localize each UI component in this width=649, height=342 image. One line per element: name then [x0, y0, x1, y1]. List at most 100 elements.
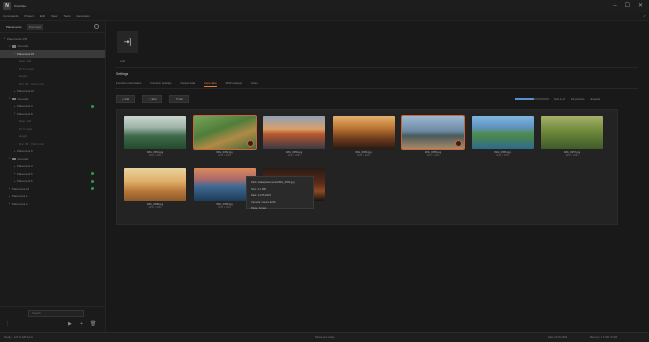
- tree-item-label: Placement 2: [12, 201, 28, 206]
- image-dimensions: 4032 × 3024: [426, 154, 440, 157]
- tree-item[interactable]: ▸ Placement 15: [0, 50, 105, 58]
- zoom-slider[interactable]: [515, 98, 549, 100]
- sidebar-search-input[interactable]: Search: [28, 310, 84, 317]
- maximize-icon[interactable]: ☐: [625, 2, 630, 10]
- menu-tools[interactable]: Tools: [63, 14, 70, 18]
- image-card[interactable]: IMG_0356.jpg 4032 × 3024: [471, 116, 534, 158]
- image-dimensions: 4032 × 3024: [496, 154, 509, 157]
- add-image-button[interactable]: + Add: [116, 95, 136, 103]
- tree-meta-line: Date: 120: [0, 58, 105, 66]
- image-dimensions: 4032 × 3024: [148, 154, 162, 157]
- tree-item[interactable]: ▾ Grounds: [0, 155, 105, 163]
- image-dimensions: 4032 × 3024: [148, 206, 162, 209]
- zoom-fill: [515, 98, 534, 100]
- tab-placements[interactable]: Placements: [4, 24, 24, 30]
- tree-item[interactable]: ▾ Grounds: [0, 95, 105, 103]
- menu-edit[interactable]: Edit: [40, 14, 45, 18]
- tree-item-label: Height: [19, 134, 28, 139]
- tab-overview[interactable]: Overview: [26, 23, 44, 30]
- tree-item[interactable]: ▸ Placement 10: [0, 185, 105, 193]
- image-dimensions: 4032 × 3024: [357, 154, 370, 157]
- image-dimensions: 4032 × 3024: [565, 154, 579, 157]
- tree-item[interactable]: ▸ Placement 2: [0, 200, 105, 208]
- add-icon[interactable]: +: [80, 321, 83, 327]
- image-thumbnail[interactable]: [192, 115, 257, 150]
- gear-icon[interactable]: [94, 24, 99, 29]
- tree-item[interactable]: ▸ Placement 6: [0, 178, 105, 186]
- close-icon[interactable]: ✕: [638, 2, 643, 10]
- tree-item-label: Placement 16: [17, 89, 35, 94]
- delete-image-button[interactable]: ✕ Del: [169, 95, 189, 103]
- image-card[interactable]: IMG_0358.jpg 4032 × 3024: [124, 168, 186, 210]
- tree-item-label: Placement 8: [17, 111, 33, 116]
- trash-icon[interactable]: 🗑: [90, 321, 96, 327]
- tree-item[interactable]: ▸ Placement 9: [0, 148, 105, 156]
- menu-project[interactable]: Project: [24, 14, 33, 18]
- tree-item[interactable]: ▸ Placement 5: [0, 170, 105, 178]
- tree-item-label: Placement 6: [17, 179, 33, 184]
- tree-item[interactable]: ▾ Placements 178: [0, 35, 105, 43]
- tree-item-label: Placement 5: [17, 171, 33, 176]
- image-thumbnail[interactable]: [471, 116, 534, 149]
- tree-item-label: Grounds: [17, 156, 29, 161]
- tab-settings[interactable]: MAP settings: [226, 81, 242, 87]
- tree-meta-line: Height: [0, 73, 105, 81]
- tab-settings[interactable]: Output data: [181, 81, 196, 87]
- selected-badge-icon[interactable]: [246, 140, 254, 147]
- plugin-add-button[interactable]: ⇥]: [117, 31, 138, 53]
- image-toolbar: + Add ⬚ Edit ✕ Del: [116, 95, 189, 103]
- image-thumbnail[interactable]: [263, 116, 325, 149]
- sidebar: Placements Overview ▾ Placements 178 ▾ Grou…: [0, 21, 106, 332]
- tree-item[interactable]: ▾ Placement 8: [0, 110, 105, 118]
- tree-item-label: Date: 120: [19, 59, 32, 64]
- settings-tabs: Function information Function settings Out…: [116, 81, 258, 87]
- tree-item[interactable]: ▸ Placement 1: [0, 193, 105, 201]
- image-thumbnail[interactable]: [401, 115, 465, 150]
- tree-item-label: Date: 120: [19, 119, 32, 124]
- image-tooltip: Path: /data/placements/IMG_0352.jpg Size:…: [246, 176, 314, 210]
- window-title: OneNote: [14, 4, 27, 8]
- status-center: Placement ready: [315, 336, 335, 339]
- tree-meta-line: Height: [0, 133, 105, 141]
- image-thumbnail[interactable]: [124, 168, 186, 201]
- image-thumbnail[interactable]: [541, 116, 603, 149]
- tab-settings[interactable]: Function settings: [150, 81, 171, 87]
- image-card[interactable]: IMG_0354.jpg 4032 × 3024: [332, 116, 395, 158]
- tooltip-line: Place: Forest: [251, 207, 267, 210]
- image-thumbnail[interactable]: [332, 116, 395, 149]
- tree-item[interactable]: ▸ Placement 16: [0, 88, 105, 96]
- sort-option[interactable]: Sort A–Z: [554, 97, 565, 101]
- image-thumbnail[interactable]: [124, 116, 186, 149]
- image-card[interactable]: IMG_0351.jpg 4032 × 3024: [124, 116, 186, 158]
- filter-option[interactable]: All pictures: [571, 97, 585, 101]
- expand-option[interactable]: Expand: [591, 97, 601, 101]
- image-dimensions: 4032 × 3024: [218, 154, 231, 157]
- placement-tree: ▾ Placements 178 ▾ Grounds ▸ Placement 15 Date…: [0, 33, 105, 208]
- image-card[interactable]: IMG_0355.jpg 4032 × 3024: [401, 115, 465, 158]
- tree-item-label: Dur: 45 · Obst 2 min: [19, 81, 45, 86]
- tree-item[interactable]: ▸ Placement 4: [0, 163, 105, 171]
- image-card[interactable]: IMG_0352.jpg 4032 × 3024: [192, 115, 257, 158]
- image-card[interactable]: IMG_0353.jpg 4032 × 3024: [263, 116, 325, 158]
- tree-item[interactable]: ▾ Grounds: [0, 43, 105, 51]
- minimize-icon[interactable]: –: [613, 2, 616, 10]
- image-card[interactable]: IMG_0357.jpg 4032 × 3024: [541, 116, 603, 158]
- play-icon[interactable]: ▶: [68, 321, 72, 327]
- app-logo-icon: N: [3, 2, 11, 10]
- tab-settings[interactable]: Function information: [116, 81, 141, 87]
- tab-settings[interactable]: Input data: [204, 81, 217, 87]
- selected-badge-icon[interactable]: [455, 140, 462, 147]
- status-dot-icon: [91, 172, 94, 176]
- sidebar-tabs: Placements Overview: [0, 21, 105, 33]
- tab-settings[interactable]: Index: [251, 81, 258, 87]
- more-icon[interactable]: ⋮: [5, 321, 10, 327]
- menu-view[interactable]: View: [51, 14, 57, 18]
- folder-icon: [12, 157, 16, 160]
- tree-item[interactable]: ▸ Placement 3: [0, 103, 105, 111]
- menu-generator[interactable]: Generator: [76, 14, 90, 18]
- menu-commands[interactable]: Commands: [3, 14, 18, 18]
- tree-item-label: Grounds: [17, 96, 29, 101]
- tree-item-label: Placements 178: [7, 36, 28, 41]
- edit-image-button[interactable]: ⬚ Edit: [142, 95, 163, 103]
- tree-item-label: Dur: 45 · Obst 3 min: [19, 141, 45, 146]
